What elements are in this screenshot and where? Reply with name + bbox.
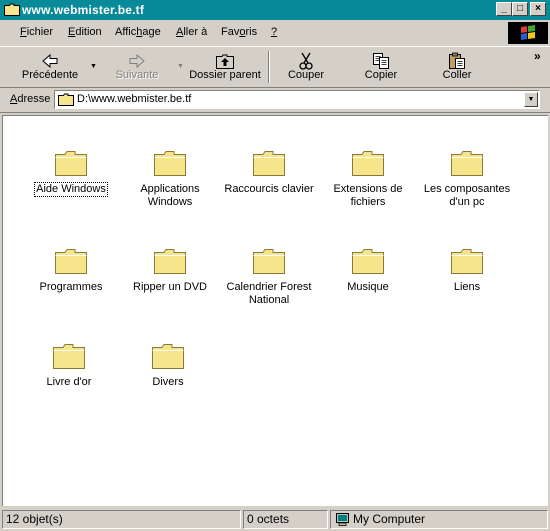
menu-help[interactable]: ?: [271, 26, 277, 38]
menu-favoris[interactable]: Favoris: [221, 26, 257, 38]
copy-label: Copier: [364, 69, 398, 81]
cut-label: Couper: [287, 69, 325, 81]
folder-icon: [451, 151, 483, 176]
toolbar-overflow-chevron[interactable]: »: [534, 49, 541, 63]
status-zone: My Computer: [330, 510, 548, 529]
menu-edition[interactable]: Edition: [68, 26, 102, 38]
folder-icon: [253, 249, 285, 274]
address-input[interactable]: D:\www.webmister.be.tf ▼: [54, 90, 540, 109]
address-bar: Adresse D:\www.webmister.be.tf ▼: [0, 88, 550, 113]
menu-affichage[interactable]: Affichage: [115, 26, 161, 38]
folder-item[interactable]: Programmes: [23, 247, 119, 294]
folder-item[interactable]: Calendrier Forest National: [221, 247, 317, 307]
explorer-window: www.webmister.be.tf _ □ × Fichier Editio…: [0, 0, 550, 531]
window-title: www.webmister.be.tf: [22, 3, 145, 17]
folder-icon: [55, 249, 87, 274]
folder-item[interactable]: Ripper un DVD: [122, 247, 218, 294]
windows-flag-icon: [521, 25, 535, 40]
menu-fichier[interactable]: Fichier: [20, 26, 53, 38]
computer-icon: [336, 513, 349, 526]
cut-button[interactable]: Couper: [278, 49, 334, 85]
up-folder-button[interactable]: Dossier parent: [188, 49, 262, 85]
parent-folder-icon: [216, 54, 234, 69]
back-button[interactable]: Précédente: [12, 49, 88, 85]
folder-item[interactable]: Liens: [419, 247, 515, 294]
folder-icon: [154, 249, 186, 274]
folder-name: Programmes: [39, 281, 103, 293]
paste-label: Coller: [442, 69, 472, 81]
back-label: Précédente: [21, 69, 79, 81]
folder-name: Calendrier Forest National: [226, 281, 312, 306]
up-folder-label: Dossier parent: [189, 69, 261, 81]
folder-item[interactable]: Divers: [120, 342, 216, 389]
address-value: D:\www.webmister.be.tf: [77, 93, 192, 105]
folder-icon: [253, 151, 285, 176]
copy-button[interactable]: Copier: [352, 49, 410, 85]
folder-view[interactable]: Aide Windows Applications Windows Raccou…: [2, 115, 548, 506]
title-bar[interactable]: www.webmister.be.tf _ □ ×: [0, 0, 550, 20]
toolbar-separator: [268, 51, 270, 83]
status-size: 0 octets: [243, 510, 328, 529]
folder-name: Ripper un DVD: [133, 281, 207, 293]
close-button[interactable]: ×: [530, 2, 546, 16]
forward-arrow-icon: [129, 53, 145, 69]
folder-icon: [451, 249, 483, 274]
folder-item[interactable]: Aide Windows: [23, 149, 119, 197]
folder-name: Aide Windows: [34, 182, 108, 197]
folder-icon: [152, 344, 184, 369]
copy-icon: [373, 53, 389, 69]
address-dropdown-button[interactable]: ▼: [524, 92, 538, 107]
back-arrow-icon: [42, 53, 58, 69]
folder-icon: [352, 151, 384, 176]
folder-name: Liens: [453, 281, 481, 293]
folder-icon: [154, 151, 186, 176]
folder-icon: [58, 93, 74, 106]
folder-item[interactable]: Applications Windows: [122, 149, 218, 209]
forward-button[interactable]: Suivante: [104, 49, 170, 85]
status-zone-label: My Computer: [353, 512, 426, 526]
menu-aller-a[interactable]: Aller à: [176, 26, 207, 38]
minimize-button[interactable]: _: [496, 2, 512, 16]
clipboard-icon: [449, 52, 465, 69]
folder-item[interactable]: Musique: [320, 247, 416, 294]
folder-name: Raccourcis clavier: [224, 183, 314, 195]
folder-name: Les composantes d'un pc: [423, 183, 511, 208]
forward-dropdown[interactable]: ▼: [177, 63, 184, 70]
folder-item[interactable]: Les composantes d'un pc: [419, 149, 515, 209]
scissors-icon: [299, 52, 313, 70]
address-label: Adresse: [10, 93, 51, 105]
maximize-button[interactable]: □: [512, 2, 528, 16]
folder-name: Divers: [152, 376, 184, 388]
folder-name: Applications Windows: [140, 183, 200, 208]
folder-item[interactable]: Livre d'or: [21, 342, 117, 389]
folder-name: Musique: [347, 281, 389, 293]
folder-icon: [4, 3, 20, 16]
back-dropdown[interactable]: ▼: [90, 63, 97, 70]
folder-icon: [53, 344, 85, 369]
toolbar: Précédente ▼ Suivante ▼ Dossier parent C…: [0, 46, 550, 88]
folder-icon: [352, 249, 384, 274]
folder-name: Extensions de fichiers: [333, 183, 403, 208]
folder-icon: [55, 151, 87, 176]
status-object-count: 12 objet(s): [2, 510, 241, 529]
status-bar: 12 objet(s) 0 octets My Computer: [0, 508, 550, 531]
folder-item[interactable]: Raccourcis clavier: [221, 149, 317, 196]
forward-label: Suivante: [115, 69, 159, 81]
windows-logo: [508, 22, 548, 44]
paste-button[interactable]: Coller: [428, 49, 486, 85]
menu-bar: Fichier Edition Affichage Aller à Favori…: [0, 21, 505, 45]
folder-name: Livre d'or: [46, 376, 92, 388]
folder-item[interactable]: Extensions de fichiers: [320, 149, 416, 209]
